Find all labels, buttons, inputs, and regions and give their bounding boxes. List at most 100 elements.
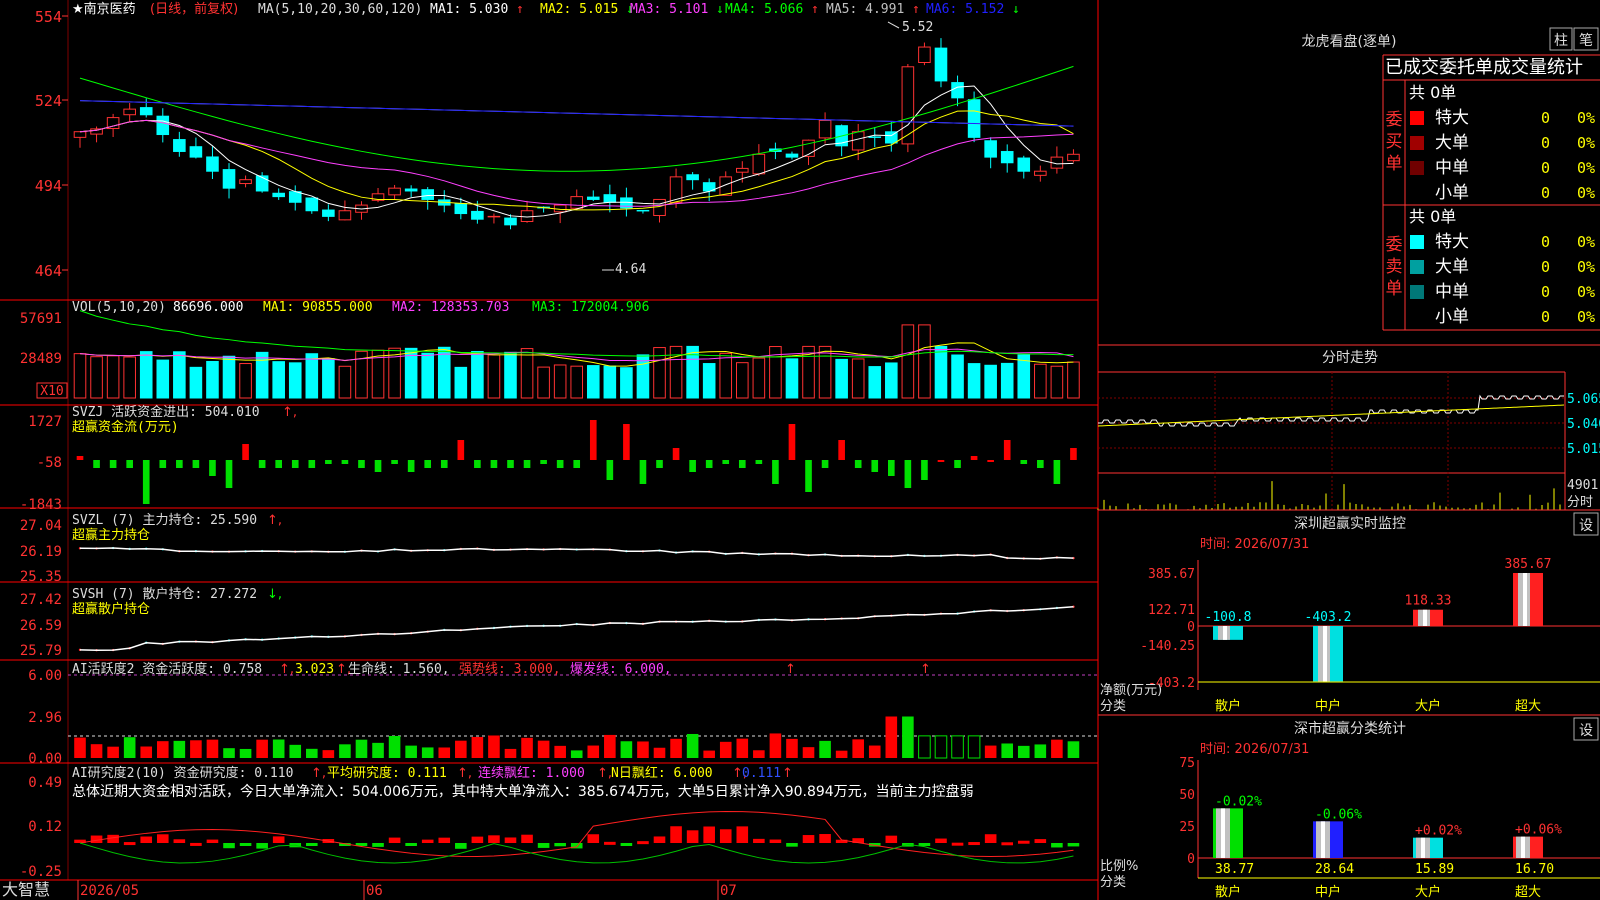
candle[interactable] <box>388 187 401 196</box>
activity-bar[interactable] <box>156 741 169 758</box>
candle[interactable] <box>686 174 699 181</box>
volume-bar[interactable] <box>669 345 683 399</box>
research-bar[interactable] <box>306 843 318 846</box>
volume-bar[interactable] <box>189 366 203 399</box>
volume-bar[interactable] <box>984 364 997 399</box>
research-bar[interactable] <box>223 843 235 849</box>
chart-canvas[interactable]: 554 524 494 464 ★南京医药 (日线，前复权) MA(5,10,20,30,6… <box>0 0 1600 900</box>
candle[interactable] <box>586 196 600 200</box>
candle[interactable] <box>951 82 964 99</box>
research-bar[interactable] <box>372 843 384 847</box>
volume-bar[interactable] <box>901 324 915 399</box>
fund-flow-bar[interactable] <box>954 460 961 468</box>
fund-flow-bar[interactable] <box>1020 460 1028 464</box>
volume-bar[interactable] <box>73 353 87 399</box>
candle[interactable] <box>984 140 997 158</box>
volume-bar[interactable] <box>90 356 103 399</box>
activity-bar[interactable] <box>173 740 186 758</box>
volume-bar[interactable] <box>288 362 302 399</box>
activity-bar[interactable] <box>438 747 451 758</box>
candle[interactable] <box>1000 151 1014 164</box>
candle[interactable] <box>288 191 302 203</box>
activity-bar[interactable] <box>934 735 948 759</box>
volume-bar[interactable] <box>1034 363 1047 399</box>
activity-bar[interactable] <box>306 748 318 758</box>
research-bar[interactable] <box>984 834 997 843</box>
fund-flow-bar[interactable] <box>606 460 614 480</box>
fund-flow-bar[interactable] <box>937 460 945 462</box>
fund-flow-bar[interactable] <box>291 460 299 468</box>
volume-bar[interactable] <box>487 354 501 399</box>
candle[interactable] <box>785 153 799 158</box>
candle[interactable] <box>404 188 418 192</box>
volume-bar[interactable] <box>156 359 170 399</box>
activity-bar[interactable] <box>322 750 335 758</box>
fund-flow-bar[interactable] <box>755 460 763 464</box>
activity-bar[interactable] <box>819 740 831 758</box>
fund-flow-bar[interactable] <box>623 424 630 460</box>
volume-bar[interactable] <box>437 346 451 399</box>
candle[interactable] <box>868 136 882 138</box>
research-bar[interactable] <box>670 826 682 843</box>
research-bar[interactable] <box>951 842 964 846</box>
activity-bar[interactable] <box>339 744 351 758</box>
fund-flow-bar[interactable] <box>639 460 647 484</box>
activity-bar[interactable] <box>223 748 235 758</box>
activity-bar[interactable] <box>504 748 517 758</box>
volume-bar[interactable] <box>504 351 517 399</box>
fund-flow-bar[interactable] <box>474 460 481 468</box>
fund-flow-bar[interactable] <box>374 460 382 472</box>
activity-bar[interactable] <box>289 744 302 758</box>
activity-bar[interactable] <box>620 741 633 758</box>
fund-flow-bar[interactable] <box>705 460 713 468</box>
activity-bar[interactable] <box>405 745 417 758</box>
activity-bar[interactable] <box>554 745 566 758</box>
research-bar[interactable] <box>753 838 765 843</box>
research-bar[interactable] <box>504 837 517 843</box>
candle[interactable] <box>818 119 832 139</box>
fund-flow-bar[interactable] <box>1003 440 1011 460</box>
fund-flow-bar[interactable] <box>772 460 779 484</box>
candle[interactable] <box>305 197 319 212</box>
research-bar[interactable] <box>405 843 417 846</box>
research-bar[interactable] <box>653 836 666 843</box>
fund-flow-bar[interactable] <box>424 460 432 468</box>
fund-flow-bar[interactable] <box>722 460 730 464</box>
activity-bar[interactable] <box>1051 739 1063 758</box>
activity-bar[interactable] <box>455 740 467 758</box>
research-bar[interactable] <box>206 839 219 843</box>
volume-bar[interactable] <box>868 366 882 399</box>
volume-bar[interactable] <box>421 352 435 399</box>
research-bar[interactable] <box>471 836 484 843</box>
research-bar[interactable] <box>438 837 451 843</box>
volume-bar[interactable] <box>338 365 352 399</box>
candle[interactable] <box>471 210 484 220</box>
volume-bar[interactable] <box>702 363 716 399</box>
fund-flow-bar[interactable] <box>871 460 879 472</box>
research-bar[interactable] <box>637 841 649 845</box>
fund-flow-bar[interactable] <box>76 456 84 460</box>
fund-flow-bar[interactable] <box>1053 460 1061 484</box>
research-bar[interactable] <box>1034 839 1047 843</box>
research-bar[interactable] <box>802 835 815 843</box>
fund-flow-bar[interactable] <box>109 460 117 468</box>
volume-bar[interactable] <box>520 348 534 399</box>
fund-flow-bar[interactable] <box>242 444 249 460</box>
fund-flow-bar[interactable] <box>457 440 465 460</box>
activity-bar[interactable] <box>537 740 550 758</box>
volume-bar[interactable] <box>255 351 269 399</box>
volume-bar[interactable] <box>686 345 699 399</box>
research-bar[interactable] <box>521 834 533 843</box>
activity-bar[interactable] <box>190 740 202 758</box>
volume-bar[interactable] <box>454 366 468 399</box>
volume-bar[interactable] <box>305 353 319 399</box>
candle[interactable] <box>504 217 517 226</box>
research-bar[interactable] <box>388 837 401 843</box>
research-bar[interactable] <box>968 842 980 846</box>
activity-bar[interactable] <box>637 741 649 758</box>
candle[interactable] <box>156 115 170 136</box>
research-bar[interactable] <box>819 834 831 843</box>
activity-bar[interactable] <box>256 739 268 758</box>
volume-bar[interactable] <box>239 363 252 399</box>
activity-bar[interactable] <box>736 738 749 758</box>
